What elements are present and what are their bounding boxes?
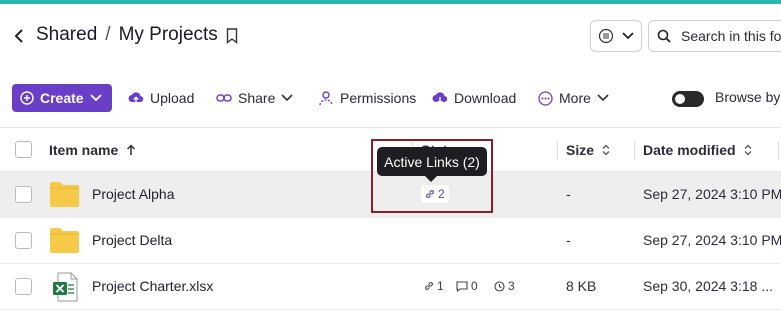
tooltip: Active Links (2) <box>377 147 487 182</box>
create-label: Create <box>40 90 84 106</box>
breadcrumb-separator: / <box>105 24 111 45</box>
sort-ascending-icon <box>127 144 136 155</box>
breadcrumb-shared[interactable]: Shared <box>36 24 97 46</box>
tooltip-arrow <box>425 176 437 182</box>
links-count[interactable]: 1 <box>424 279 444 293</box>
select-all-checkbox[interactable] <box>15 141 32 158</box>
column-name-label: Item name <box>49 142 119 158</box>
comments-count-value: 0 <box>471 279 478 293</box>
user-permissions-icon <box>319 91 333 106</box>
item-modified: Sep 30, 2024 3:18 ... <box>643 278 773 294</box>
comment-icon <box>456 280 468 292</box>
item-modified: Sep 27, 2024 3:10 PM <box>643 186 781 202</box>
more-label: More <box>559 90 591 106</box>
item-name[interactable]: Project Charter.xlsx <box>92 278 213 294</box>
table-row[interactable]: Project Alpha - Sep 27, 2024 3:10 PM <box>0 172 781 218</box>
link-icon <box>426 190 434 198</box>
back-arrow-icon[interactable] <box>10 26 28 46</box>
table-row[interactable]: Project Delta - Sep 27, 2024 3:10 PM <box>0 218 781 264</box>
item-size: - <box>566 186 571 202</box>
link-icon <box>216 94 232 102</box>
permissions-label: Permissions <box>340 90 417 106</box>
table-row[interactable]: Project Charter.xlsx 1 0 3 8 KB Sep 30, … <box>0 264 781 310</box>
column-modified-label: Date modified <box>643 142 736 158</box>
download-button[interactable]: Download <box>432 84 516 112</box>
share-button[interactable]: Share <box>216 84 293 112</box>
bookmark-icon[interactable] <box>226 28 240 44</box>
column-divider[interactable] <box>634 142 635 160</box>
sort-updown-icon <box>744 144 752 156</box>
column-size-label: Size <box>566 142 595 158</box>
tooltip-text: Active Links (2) <box>384 153 480 170</box>
chevron-down-icon <box>281 94 293 102</box>
upload-label: Upload <box>150 90 195 106</box>
more-dots-icon <box>538 90 553 106</box>
comments-count[interactable]: 0 <box>456 279 478 293</box>
sort-updown-icon <box>602 144 610 156</box>
column-divider[interactable] <box>778 142 779 160</box>
top-accent-bar <box>0 0 781 4</box>
versions-count[interactable]: 3 <box>494 279 515 293</box>
toggle-knob <box>675 94 685 104</box>
links-count-value: 1 <box>437 279 444 293</box>
item-name[interactable]: Project Alpha <box>92 186 175 202</box>
view-options-button[interactable] <box>590 20 642 52</box>
search-input[interactable] <box>681 28 781 44</box>
more-button[interactable]: More <box>538 84 609 112</box>
history-clock-icon <box>494 280 505 292</box>
list-view-icon <box>598 28 614 44</box>
row-checkbox[interactable] <box>15 186 32 203</box>
link-icon <box>425 282 433 290</box>
item-size: 8 KB <box>566 278 597 294</box>
download-label: Download <box>454 90 517 106</box>
search-box[interactable] <box>648 20 781 52</box>
column-header-size[interactable]: Size <box>566 142 610 158</box>
chevron-down-icon <box>622 32 634 40</box>
excel-file-icon <box>53 272 78 302</box>
item-name[interactable]: Project Delta <box>92 232 172 248</box>
item-size: - <box>566 232 571 248</box>
active-links-badge[interactable]: 2 <box>421 185 449 203</box>
create-button[interactable]: Create <box>12 84 112 112</box>
active-links-count: 2 <box>438 187 445 201</box>
cloud-download-icon <box>432 92 448 105</box>
search-icon <box>657 29 671 43</box>
row-checkbox[interactable] <box>15 232 32 249</box>
column-header-name[interactable]: Item name <box>49 142 136 158</box>
browse-by-label: Browse by <box>715 89 781 105</box>
folder-icon <box>50 228 79 253</box>
breadcrumb: Shared / My Projects <box>36 24 218 46</box>
item-modified: Sep 27, 2024 3:10 PM <box>643 232 781 248</box>
browse-toggle[interactable] <box>672 91 704 107</box>
column-divider[interactable] <box>557 142 558 160</box>
row-checkbox[interactable] <box>15 278 32 295</box>
permissions-button[interactable]: Permissions <box>318 84 416 112</box>
cloud-upload-icon <box>128 92 144 104</box>
toolbar: Create Upload Share Permissions Download… <box>0 84 781 112</box>
breadcrumb-current: My Projects <box>118 24 218 45</box>
column-header-modified[interactable]: Date modified <box>643 142 752 158</box>
versions-count-value: 3 <box>508 279 515 293</box>
chevron-down-icon <box>597 94 609 102</box>
plus-circle-icon <box>20 91 34 105</box>
upload-button[interactable]: Upload <box>128 84 194 112</box>
chevron-down-icon <box>89 94 102 102</box>
share-label: Share <box>238 90 276 106</box>
folder-icon <box>50 182 79 207</box>
